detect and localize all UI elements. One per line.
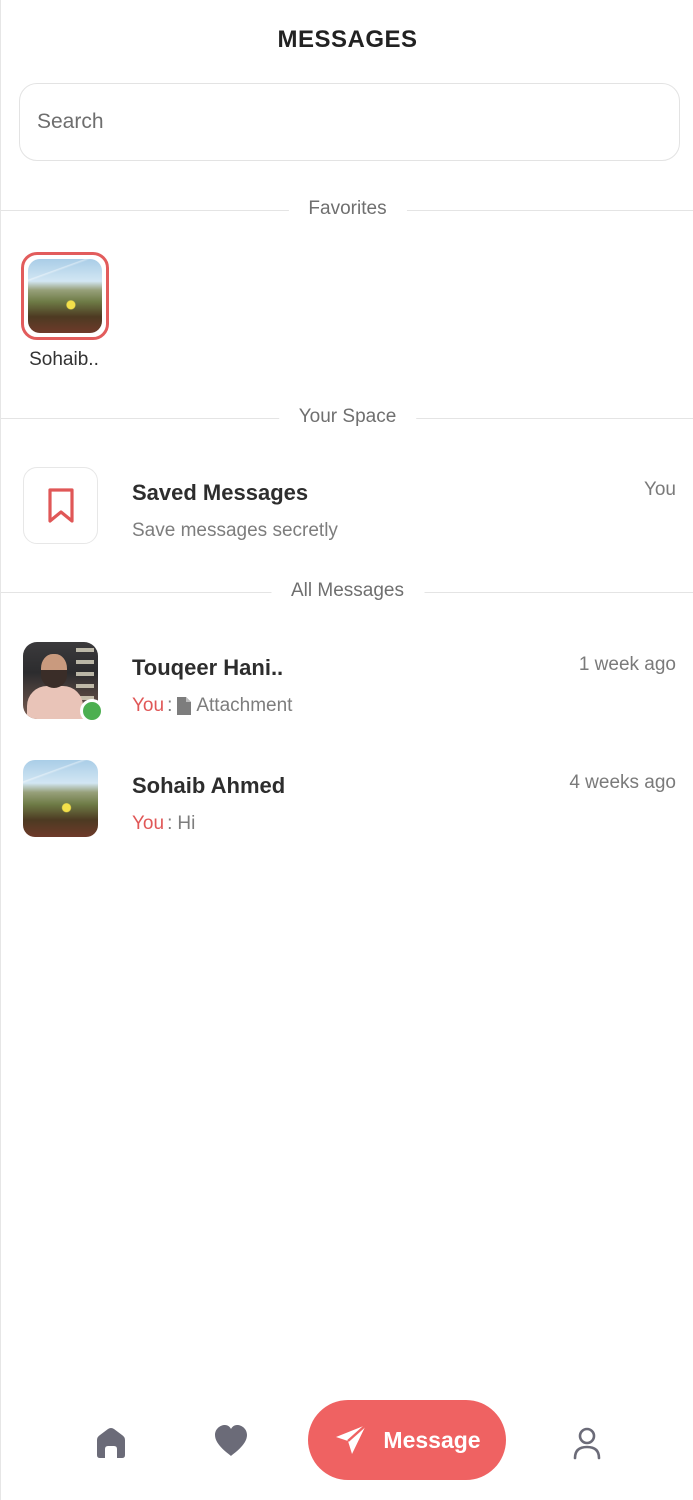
- favorite-name: Sohaib..: [29, 349, 99, 370]
- contact-name: Sohaib Ahmed: [132, 773, 286, 798]
- photo-detail: [27, 686, 83, 719]
- message-preview: You : Hi: [132, 813, 195, 835]
- saved-messages-row[interactable]: Saved Messages You Save messages secretl…: [1, 467, 693, 547]
- favorite-avatar: [28, 259, 102, 333]
- saved-messages-title: Saved Messages: [132, 480, 309, 505]
- contact-name: Touqeer Hani..: [132, 655, 284, 680]
- send-icon: [336, 1424, 368, 1454]
- sender-separator: :: [167, 695, 173, 716]
- conversation-avatar: [23, 642, 104, 723]
- nav-favorites-button[interactable]: [211, 1421, 251, 1461]
- saved-messages-box: [23, 467, 98, 544]
- heart-icon: [215, 1425, 247, 1456]
- sender-label: You: [132, 813, 165, 834]
- nav-message-button[interactable]: Message: [308, 1400, 506, 1480]
- home-icon: [97, 1428, 125, 1458]
- document-icon: [177, 697, 192, 715]
- search-field[interactable]: [19, 83, 680, 161]
- saved-messages-avatar: [23, 467, 98, 544]
- message-time: 1 week ago: [578, 654, 676, 675]
- messages-screen: MESSAGES Favorites Sohaib.. Your Space S…: [0, 0, 693, 1500]
- favorite-contact[interactable]: Sohaib..: [21, 252, 109, 371]
- nav-message-label: Message: [383, 1426, 481, 1453]
- conversation-row[interactable]: Sohaib Ahmed 4 weeks ago You : Hi: [1, 760, 693, 840]
- conversation-row[interactable]: Touqeer Hani.. 1 week ago You : Attachme…: [1, 642, 693, 723]
- favorites-heading: Favorites: [288, 198, 407, 220]
- user-icon: [573, 1427, 601, 1460]
- all-messages-heading: All Messages: [271, 580, 424, 602]
- online-indicator: [80, 699, 104, 723]
- search-input[interactable]: [20, 84, 679, 160]
- bottom-navigation: Message: [1, 1381, 693, 1500]
- your-space-divider: Your Space: [1, 406, 693, 430]
- page-title: MESSAGES: [277, 26, 418, 53]
- your-space-heading: Your Space: [278, 406, 417, 428]
- all-messages-divider: All Messages: [1, 580, 693, 604]
- message-preview: You : Attachment: [132, 695, 292, 717]
- sender-label: You: [132, 695, 165, 716]
- favorite-avatar-ring[interactable]: [21, 252, 109, 340]
- bookmark-icon: [47, 487, 74, 523]
- nav-profile-button[interactable]: [567, 1423, 607, 1463]
- message-time: 4 weeks ago: [569, 772, 676, 793]
- contact-photo: [23, 760, 98, 837]
- preview-text: Hi: [177, 813, 196, 834]
- saved-messages-owner: You: [643, 479, 676, 500]
- preview-text: Attachment: [196, 695, 293, 716]
- sender-separator: :: [167, 813, 173, 834]
- favorites-divider: Favorites: [1, 198, 693, 222]
- nav-home-button[interactable]: [91, 1423, 131, 1463]
- saved-messages-subtitle: Save messages secretly: [132, 520, 338, 541]
- conversation-avatar: [23, 760, 98, 837]
